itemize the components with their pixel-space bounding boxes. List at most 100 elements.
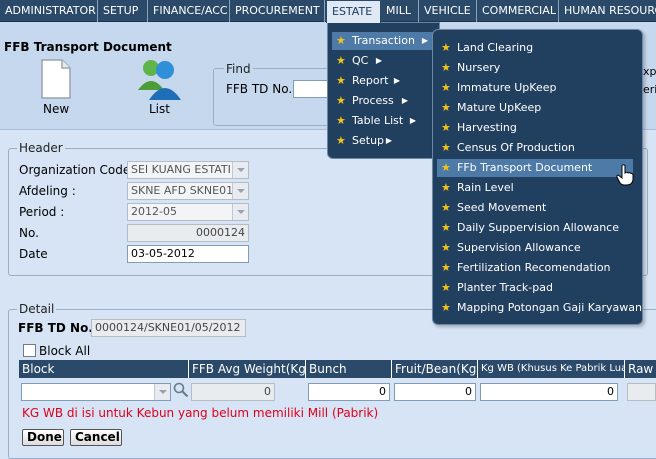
new-document-icon[interactable]: [38, 58, 74, 100]
estate-menu-process[interactable]: ★ Process ▶: [332, 92, 434, 110]
cancel-button[interactable]: Cancel: [70, 429, 122, 446]
submenu-item[interactable]: ★ Harvesting: [437, 119, 637, 137]
star-icon: ★: [441, 161, 451, 174]
col-bunch: Bunch: [306, 360, 392, 378]
star-icon: ★: [336, 94, 346, 107]
star-icon: ★: [441, 181, 451, 194]
org-code-select[interactable]: SEI KUANG ESTATI: [127, 161, 249, 179]
submenu-item-label: Seed Movement: [457, 201, 547, 214]
chevron-right-icon: ▶: [409, 116, 416, 125]
find-ffbtd-label: FFB TD No.:: [226, 82, 297, 96]
submenu-item[interactable]: ★ Mapping Potongan Gaji Karyawan: [437, 299, 642, 317]
submenu-item[interactable]: ★ Daily Suppervision Allowance: [437, 219, 637, 237]
estate-menu-transaction-label: Transaction: [352, 34, 415, 47]
submenu-item-label: Rain Level: [457, 181, 514, 194]
date-field[interactable]: 03-05-2012: [127, 245, 249, 263]
star-icon: ★: [441, 281, 451, 294]
col-block: Block: [19, 360, 189, 378]
period-select[interactable]: 2012-05: [127, 203, 249, 221]
transaction-submenu: ★ Land Clearing ★ Nursery ★ Immature UpKeep…: [432, 29, 643, 325]
done-button[interactable]: Done: [22, 429, 64, 446]
detail-ffbtd-label: FFB TD No. :: [18, 321, 102, 335]
avg-weight-field: 0: [191, 383, 275, 401]
submenu-item-ffb-transport[interactable]: ★ FFb Transport Document: [437, 159, 633, 177]
menu-estate[interactable]: ESTATE: [326, 0, 381, 23]
estate-menu-qc[interactable]: ★ QC ▶: [332, 52, 434, 70]
submenu-item[interactable]: ★ Fertilization Recomendation: [437, 259, 637, 277]
block-select[interactable]: [21, 383, 171, 401]
submenu-item[interactable]: ★ Immature UpKeep: [437, 79, 637, 97]
menu-mill[interactable]: MILL: [381, 0, 419, 22]
estate-menu-report[interactable]: ★ Report ▶: [332, 72, 434, 90]
star-icon: ★: [336, 34, 346, 47]
chevron-right-icon: ▶: [401, 96, 408, 105]
star-icon: ★: [441, 221, 451, 234]
star-icon: ★: [336, 114, 346, 127]
submenu-item[interactable]: ★ Mature UpKeep: [437, 99, 637, 117]
star-icon: ★: [441, 301, 451, 314]
estate-menu-table-list-label: Table List: [352, 114, 404, 127]
menu-finance-acc[interactable]: FINANCE/ACC: [148, 0, 230, 22]
list-button-label[interactable]: List: [149, 102, 170, 116]
submenu-item[interactable]: ★ Rain Level: [437, 179, 637, 197]
period-value: 2012-05: [131, 205, 177, 218]
star-icon: ★: [441, 81, 451, 94]
main-menubar: ADMINISTRATOR SETUP FINANCE/ACC PROCUREM…: [0, 0, 656, 23]
submenu-item[interactable]: ★ Nursery: [437, 59, 637, 77]
star-icon: ★: [441, 121, 451, 134]
menu-commercial[interactable]: COMMERCIAL: [477, 0, 559, 22]
estate-menu-setup[interactable]: ★ Setup ▶: [332, 132, 434, 150]
estate-menu-transaction[interactable]: ★ Transaction ▶: [332, 32, 434, 50]
star-icon: ★: [336, 134, 346, 147]
star-icon: ★: [441, 261, 451, 274]
search-icon[interactable]: [173, 382, 189, 398]
new-button-label[interactable]: New: [43, 102, 69, 116]
block-all-checkbox[interactable]: [23, 344, 36, 357]
period-label: Period :: [19, 205, 65, 219]
menu-procurement[interactable]: PROCUREMENT: [230, 0, 325, 22]
star-icon: ★: [336, 54, 346, 67]
chevron-down-icon[interactable]: [232, 204, 248, 220]
kg-wb-field[interactable]: 0: [480, 383, 618, 401]
submenu-item[interactable]: ★ Planter Track-pad: [437, 279, 637, 297]
submenu-item[interactable]: ★ Seed Movement: [437, 199, 637, 217]
chevron-down-icon[interactable]: [232, 183, 248, 199]
bunch-field[interactable]: 0: [308, 383, 390, 401]
date-label: Date: [19, 247, 48, 261]
fragment-eri: eri: [643, 83, 656, 96]
submenu-item[interactable]: ★ Land Clearing: [437, 39, 637, 57]
menu-administrator[interactable]: ADMINISTRATOR: [0, 0, 98, 22]
chevron-down-icon[interactable]: [154, 384, 170, 400]
star-icon: ★: [441, 61, 451, 74]
no-label: No.: [19, 226, 39, 240]
submenu-item-label: Nursery: [457, 61, 501, 74]
submenu-item-label: Fertilization Recomendation: [457, 261, 611, 274]
submenu-item-label: Harvesting: [457, 121, 517, 134]
afdeling-label: Afdeling :: [19, 184, 76, 198]
estate-menu: ★ Transaction ▶ ★ QC ▶ ★ Report ▶ ★ Process ▶ ★ T…: [327, 22, 440, 159]
afdeling-select[interactable]: SKNE AFD SKNE01: [127, 182, 249, 200]
users-icon[interactable]: [135, 56, 183, 102]
org-code-value: SEI KUANG ESTATI: [131, 163, 231, 176]
menu-vehicle[interactable]: VEHICLE: [419, 0, 477, 22]
header-legend: Header: [17, 141, 65, 155]
estate-menu-table-list[interactable]: ★ Table List ▶: [332, 112, 434, 130]
estate-menu-report-label: Report: [352, 74, 389, 87]
org-code-label: Organization Code :: [19, 163, 139, 177]
menu-human-resource[interactable]: HUMAN RESOURC: [559, 0, 656, 22]
fruit-bean-field[interactable]: 0: [394, 383, 476, 401]
chevron-right-icon: ▶: [393, 76, 400, 85]
raw-field: 0: [627, 383, 656, 401]
submenu-item[interactable]: ★ Supervision Allowance: [437, 239, 637, 257]
submenu-item-label: Mapping Potongan Gaji Karyawan: [457, 301, 642, 314]
submenu-item-label: Land Clearing: [457, 41, 534, 54]
estate-menu-setup-label: Setup: [352, 134, 385, 147]
chevron-down-icon[interactable]: [232, 162, 248, 178]
submenu-item-label: Planter Track-pad: [457, 281, 553, 294]
submenu-item[interactable]: ★ Census Of Production: [437, 139, 637, 157]
submenu-item-label: FFb Transport Document: [457, 161, 593, 174]
chevron-right-icon: ▶: [421, 36, 428, 45]
detail-legend: Detail: [17, 302, 57, 316]
star-icon: ★: [441, 141, 451, 154]
menu-setup[interactable]: SETUP: [98, 0, 148, 22]
